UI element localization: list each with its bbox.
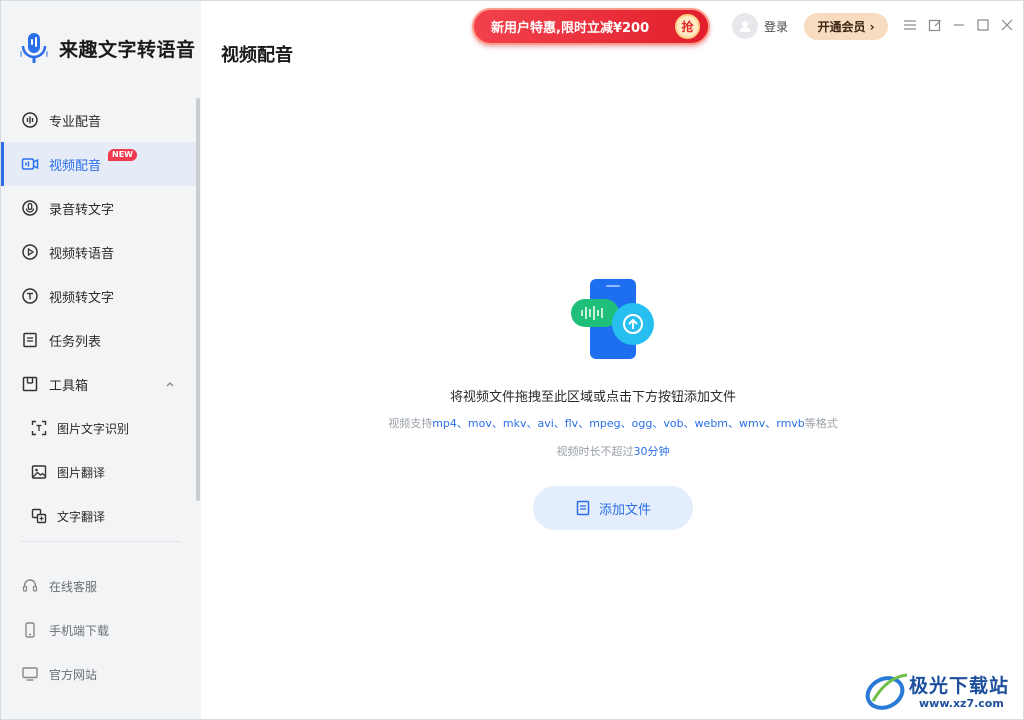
formats-suffix: 等格式 <box>804 417 838 430</box>
microphone-logo-icon <box>17 31 51 65</box>
sidebar-scrollbar[interactable] <box>196 98 200 501</box>
sidebar-item-text-translate[interactable]: 文字翻译 <box>1 494 197 538</box>
image-icon <box>31 464 47 480</box>
sidebar-nav: 专业配音 视频配音 NEW 录音转文字 视频转语音 视频转文字 任务列表 工具箱… <box>1 98 197 538</box>
new-badge: NEW <box>108 149 137 161</box>
limit-prefix: 视频时长不超过 <box>556 445 634 458</box>
sidebar-item-label: 手机端下载 <box>49 623 110 638</box>
watermark-url: www.xz7.com <box>919 697 1004 710</box>
sidebar-item-video-to-audio[interactable]: 视频转语音 <box>1 230 197 274</box>
formats-list: mp4、mov、mkv、avi、flv、mpeg、ogg、vob、webm、wm… <box>432 417 805 430</box>
waveform-circle-icon <box>21 111 39 129</box>
sidebar-item-video-to-text[interactable]: 视频转文字 <box>1 274 197 318</box>
sidebar-divider <box>21 541 181 542</box>
sidebar-item-toolbox[interactable]: 工具箱 <box>1 362 197 406</box>
chevron-up-icon[interactable] <box>165 378 175 388</box>
sidebar-bottom-nav: 在线客服 手机端下载 官方网站 <box>1 564 197 696</box>
toolbox-icon <box>21 375 39 393</box>
sidebar-item-label: 视频配音 <box>49 158 102 174</box>
formats-prefix: 视频支持 <box>388 417 433 430</box>
login-link[interactable]: 登录 <box>764 18 788 35</box>
menu-icon[interactable] <box>903 18 917 32</box>
sidebar-item-label: 文字翻译 <box>57 509 106 524</box>
upload-illustration-icon <box>568 277 658 363</box>
sidebar-item-label: 视频转文字 <box>49 290 115 306</box>
sidebar-item-task-list[interactable]: 任务列表 <box>1 318 197 362</box>
sidebar-item-image-translate[interactable]: 图片翻译 <box>1 450 197 494</box>
app-logo: 来趣文字转语音 <box>17 31 196 65</box>
scan-text-icon <box>31 420 47 436</box>
sidebar-item-video-dubbing[interactable]: 视频配音 NEW <box>1 142 197 186</box>
minimize-icon[interactable] <box>952 18 966 32</box>
video-audio-icon <box>21 155 39 173</box>
open-vip-button[interactable]: 开通会员 › <box>804 13 888 40</box>
sidebar-item-label: 官方网站 <box>49 667 98 682</box>
sidebar-item-label: 在线客服 <box>49 579 98 594</box>
headset-icon <box>21 577 39 595</box>
sidebar-item-online-support[interactable]: 在线客服 <box>1 564 197 608</box>
promo-banner[interactable]: 新用户特惠,限时立减¥200 抢 <box>472 8 710 45</box>
limit-value: 30分钟 <box>633 445 670 458</box>
watermark-text: 极光下载站 <box>909 675 1010 697</box>
play-circle-icon <box>21 243 39 261</box>
translate-icon <box>31 508 47 524</box>
text-circle-icon <box>21 287 39 305</box>
maximize-icon[interactable] <box>976 18 990 32</box>
duration-limit: 视频时长不超过30分钟 <box>323 443 903 459</box>
sidebar-item-mobile-download[interactable]: 手机端下载 <box>1 608 197 652</box>
add-file-label: 添加文件 <box>598 502 651 518</box>
sidebar-item-label: 图片翻译 <box>57 465 106 480</box>
list-icon <box>21 331 39 349</box>
monitor-icon <box>21 665 39 683</box>
microphone-circle-icon <box>21 199 39 217</box>
sidebar: 来趣文字转语音 专业配音 视频配音 NEW 录音转文字 视频转语音 视频转文字 … <box>1 1 201 719</box>
sidebar-item-label: 工具箱 <box>49 378 89 394</box>
user-icon <box>739 21 751 32</box>
edit-feedback-icon[interactable] <box>928 18 942 32</box>
app-window: 来趣文字转语音 专业配音 视频配音 NEW 录音转文字 视频转语音 视频转文字 … <box>0 0 1024 720</box>
supported-formats: 视频支持mp4、mov、mkv、avi、flv、mpeg、ogg、vob、web… <box>323 415 903 431</box>
sidebar-item-label: 视频转语音 <box>49 246 115 262</box>
close-icon[interactable] <box>1000 18 1014 32</box>
sidebar-item-image-ocr[interactable]: 图片文字识别 <box>1 406 197 450</box>
sidebar-item-recording-to-text[interactable]: 录音转文字 <box>1 186 197 230</box>
page-title: 视频配音 <box>221 45 293 66</box>
sidebar-item-label: 专业配音 <box>49 114 102 130</box>
phone-icon <box>21 621 39 639</box>
file-icon <box>575 500 591 516</box>
sidebar-item-pro-dubbing[interactable]: 专业配音 <box>1 98 197 142</box>
promo-grab-button[interactable]: 抢 <box>675 14 700 39</box>
add-file-button[interactable]: 添加文件 <box>533 486 693 530</box>
sidebar-item-official-site[interactable]: 官方网站 <box>1 652 197 696</box>
sidebar-item-label: 录音转文字 <box>49 202 115 218</box>
sidebar-item-label: 图片文字识别 <box>57 421 130 436</box>
avatar[interactable] <box>732 13 758 39</box>
app-name: 来趣文字转语音 <box>59 38 196 61</box>
sidebar-item-label: 任务列表 <box>49 334 102 350</box>
promo-text: 新用户特惠,限时立减¥200 <box>491 21 650 36</box>
dropzone-title: 将视频文件拖拽至此区域或点击下方按钮添加文件 <box>449 390 736 405</box>
